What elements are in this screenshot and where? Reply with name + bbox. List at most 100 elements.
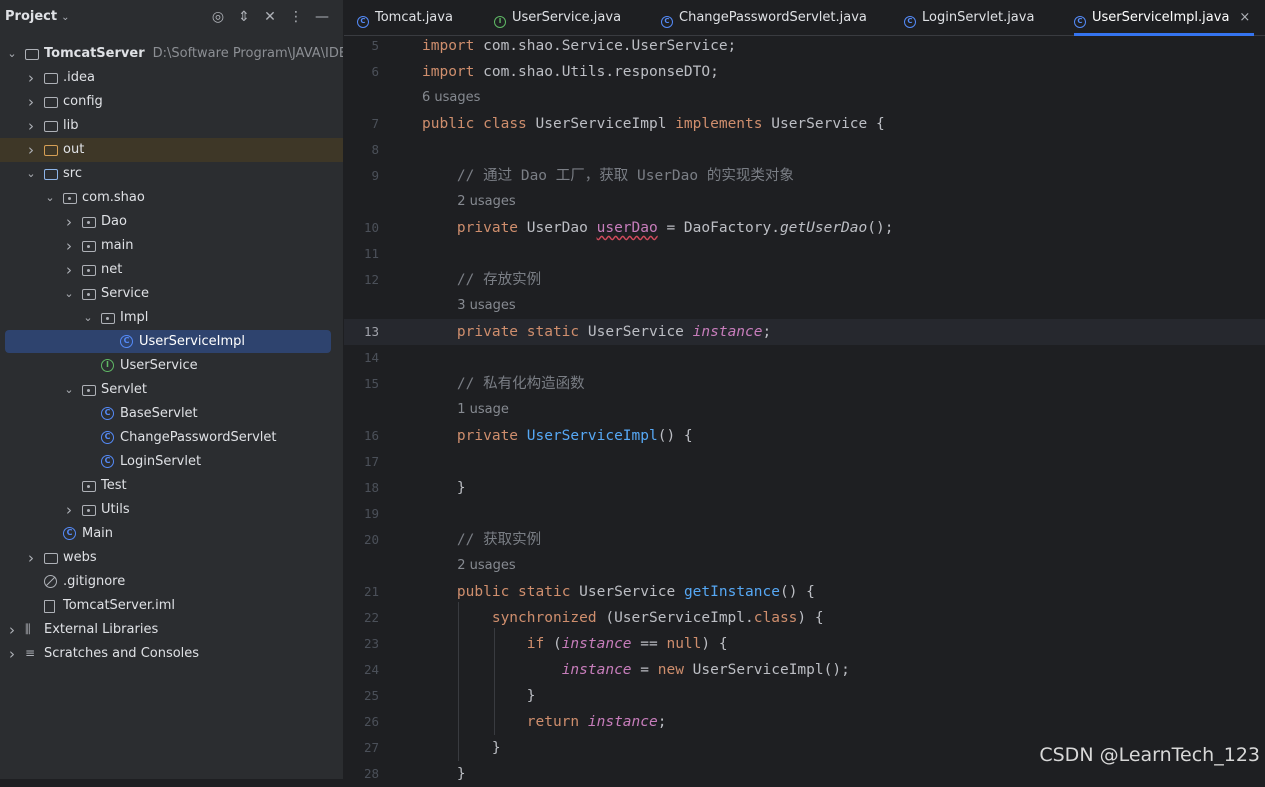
tree-item[interactable]: ⌄ Servlet <box>0 378 343 402</box>
chevron-right-icon[interactable]: › <box>25 138 37 162</box>
package-icon <box>82 385 96 396</box>
tree-item-text: lib <box>63 114 78 138</box>
line-number: 26 <box>363 714 379 729</box>
editor-tab[interactable]: C ChangePasswordServlet.java <box>661 0 881 35</box>
tree-item[interactable]: › Utils <box>0 498 343 522</box>
more-options-icon[interactable]: ⋮ <box>286 7 306 27</box>
code-line[interactable]: 19 <box>344 501 1265 527</box>
editor-tab[interactable]: C LoginServlet.java <box>904 0 1054 35</box>
tree-item[interactable]: I UserService <box>0 354 343 378</box>
project-view-selector[interactable]: Project ⌄ <box>5 9 69 24</box>
tree-item[interactable]: › net <box>0 258 343 282</box>
chevron-right-icon[interactable]: › <box>6 618 18 642</box>
tree-item[interactable]: TomcatServer.iml <box>0 594 343 618</box>
code-line[interactable]: 6 import com.shao.Utils.responseDTO; <box>344 59 1265 85</box>
tree-item-text: .gitignore <box>63 570 125 594</box>
expand-all-icon[interactable]: ⇕ <box>234 7 254 27</box>
chevron-right-icon[interactable]: › <box>25 546 37 570</box>
code-line[interactable]: 16 private UserServiceImpl() { <box>344 423 1265 449</box>
hide-panel-icon[interactable]: — <box>312 7 332 27</box>
usages-hint[interactable]: 6 usages <box>344 85 1265 111</box>
code-line[interactable]: 25 } <box>344 683 1265 709</box>
chevron-right-icon[interactable]: › <box>25 66 37 90</box>
tree-item[interactable]: ⌄ Impl <box>0 306 343 330</box>
close-tab-icon[interactable]: × <box>1239 10 1250 25</box>
code-line[interactable]: 13 private static UserService instance; <box>344 319 1265 345</box>
tab-label: UserServiceImpl.java <box>1092 10 1230 25</box>
code-line[interactable]: 14 <box>344 345 1265 371</box>
tree-item[interactable]: C Main <box>0 522 343 546</box>
tree-item[interactable]: › lib <box>0 114 343 138</box>
editor-tab[interactable]: C Tomcat.java <box>357 0 467 35</box>
tree-item[interactable]: ⌄ Service <box>0 282 343 306</box>
code-line[interactable]: 10 private UserDao userDao = DaoFactory.… <box>344 215 1265 241</box>
code-line[interactable]: 22 synchronized (UserServiceImpl.class) … <box>344 605 1265 631</box>
chevron-down-icon[interactable]: ⌄ <box>63 378 75 402</box>
tree-item[interactable]: Test <box>0 474 343 498</box>
code-line[interactable]: 23 if (instance == null) { <box>344 631 1265 657</box>
tree-item[interactable]: ⌄ src <box>0 162 343 186</box>
code-line[interactable]: 26 return instance; <box>344 709 1265 735</box>
usages-label[interactable]: 6 usages <box>422 85 480 111</box>
tree-item[interactable]: ⌄ TomcatServer D:\Software Program\JAVA\ID… <box>0 42 343 66</box>
chevron-right-icon[interactable]: › <box>6 642 18 666</box>
usages-label[interactable]: 3 usages <box>457 293 515 319</box>
editor-tab[interactable]: I UserService.java <box>494 0 644 35</box>
code-line[interactable]: 18 } <box>344 475 1265 501</box>
code-text: public class UserServiceImpl implements … <box>422 116 885 132</box>
tree-item[interactable]: › out <box>0 138 343 162</box>
chevron-down-icon[interactable]: ⌄ <box>25 162 37 186</box>
tree-item[interactable]: › config <box>0 90 343 114</box>
tree-item[interactable]: › webs <box>0 546 343 570</box>
tree-item[interactable]: C ChangePasswordServlet <box>0 426 343 450</box>
usages-hint[interactable]: 1 usage <box>344 397 1265 423</box>
tree-item[interactable]: › .idea <box>0 66 343 90</box>
chevron-right-icon[interactable]: › <box>63 258 75 282</box>
usages-hint[interactable]: 2 usages <box>344 553 1265 579</box>
code-line[interactable]: 21 public static UserService getInstance… <box>344 579 1265 605</box>
chevron-right-icon[interactable]: › <box>63 234 75 258</box>
code-line[interactable]: 7 public class UserServiceImpl implements… <box>344 111 1265 137</box>
tree-item[interactable]: › Dao <box>0 210 343 234</box>
code-line[interactable]: 9 // 通过 Dao 工厂，获取 UserDao 的实现类对象 <box>344 163 1265 189</box>
code-line[interactable]: 24 instance = new UserServiceImpl(); <box>344 657 1265 683</box>
chevron-down-icon[interactable]: ⌄ <box>82 306 94 330</box>
tree-item[interactable]: C UserServiceImpl <box>0 330 343 354</box>
chevron-right-icon[interactable]: › <box>63 210 75 234</box>
line-number: 14 <box>363 350 379 365</box>
code-line[interactable]: 15 // 私有化构造函数 <box>344 371 1265 397</box>
code-editor[interactable]: 5 import com.shao.Service.UserService; 6 im… <box>344 33 1265 782</box>
code-line[interactable]: 5 import com.shao.Service.UserService; <box>344 33 1265 59</box>
tree-item[interactable]: › ⫼ External Libraries <box>0 618 343 642</box>
chevron-right-icon[interactable]: › <box>25 114 37 138</box>
code-line[interactable]: 11 <box>344 241 1265 267</box>
collapse-all-icon[interactable]: ✕ <box>260 7 280 27</box>
line-number: 8 <box>371 142 379 157</box>
tree-item[interactable]: .gitignore <box>0 570 343 594</box>
usages-label[interactable]: 1 usage <box>457 397 509 423</box>
scratches-icon: ≡ <box>25 646 36 660</box>
chevron-right-icon[interactable]: › <box>25 90 37 114</box>
tree-item[interactable]: C LoginServlet <box>0 450 343 474</box>
tree-item[interactable]: C BaseServlet <box>0 402 343 426</box>
locate-icon[interactable]: ◎ <box>208 7 228 27</box>
chevron-down-icon[interactable]: ⌄ <box>6 42 18 66</box>
tree-item-text: main <box>101 234 133 258</box>
chevron-down-icon[interactable]: ⌄ <box>63 282 75 306</box>
tree-item[interactable]: › main <box>0 234 343 258</box>
code-line[interactable]: 12 // 存放实例 <box>344 267 1265 293</box>
tree-item-text: Utils <box>101 498 130 522</box>
code-line[interactable]: 8 <box>344 137 1265 163</box>
code-line[interactable]: 17 <box>344 449 1265 475</box>
usages-hint[interactable]: 3 usages <box>344 293 1265 319</box>
usages-label[interactable]: 2 usages <box>457 189 515 215</box>
tree-item[interactable]: ⌄ com.shao <box>0 186 343 210</box>
editor-tab[interactable]: C UserServiceImpl.java × <box>1074 0 1254 36</box>
code-line[interactable]: 20 // 获取实例 <box>344 527 1265 553</box>
tree-item[interactable]: › ≡ Scratches and Consoles <box>0 642 343 666</box>
chevron-down-icon[interactable]: ⌄ <box>44 186 56 210</box>
usages-label[interactable]: 2 usages <box>457 553 515 579</box>
interface-icon: I <box>494 16 506 28</box>
chevron-right-icon[interactable]: › <box>63 498 75 522</box>
usages-hint[interactable]: 2 usages <box>344 189 1265 215</box>
